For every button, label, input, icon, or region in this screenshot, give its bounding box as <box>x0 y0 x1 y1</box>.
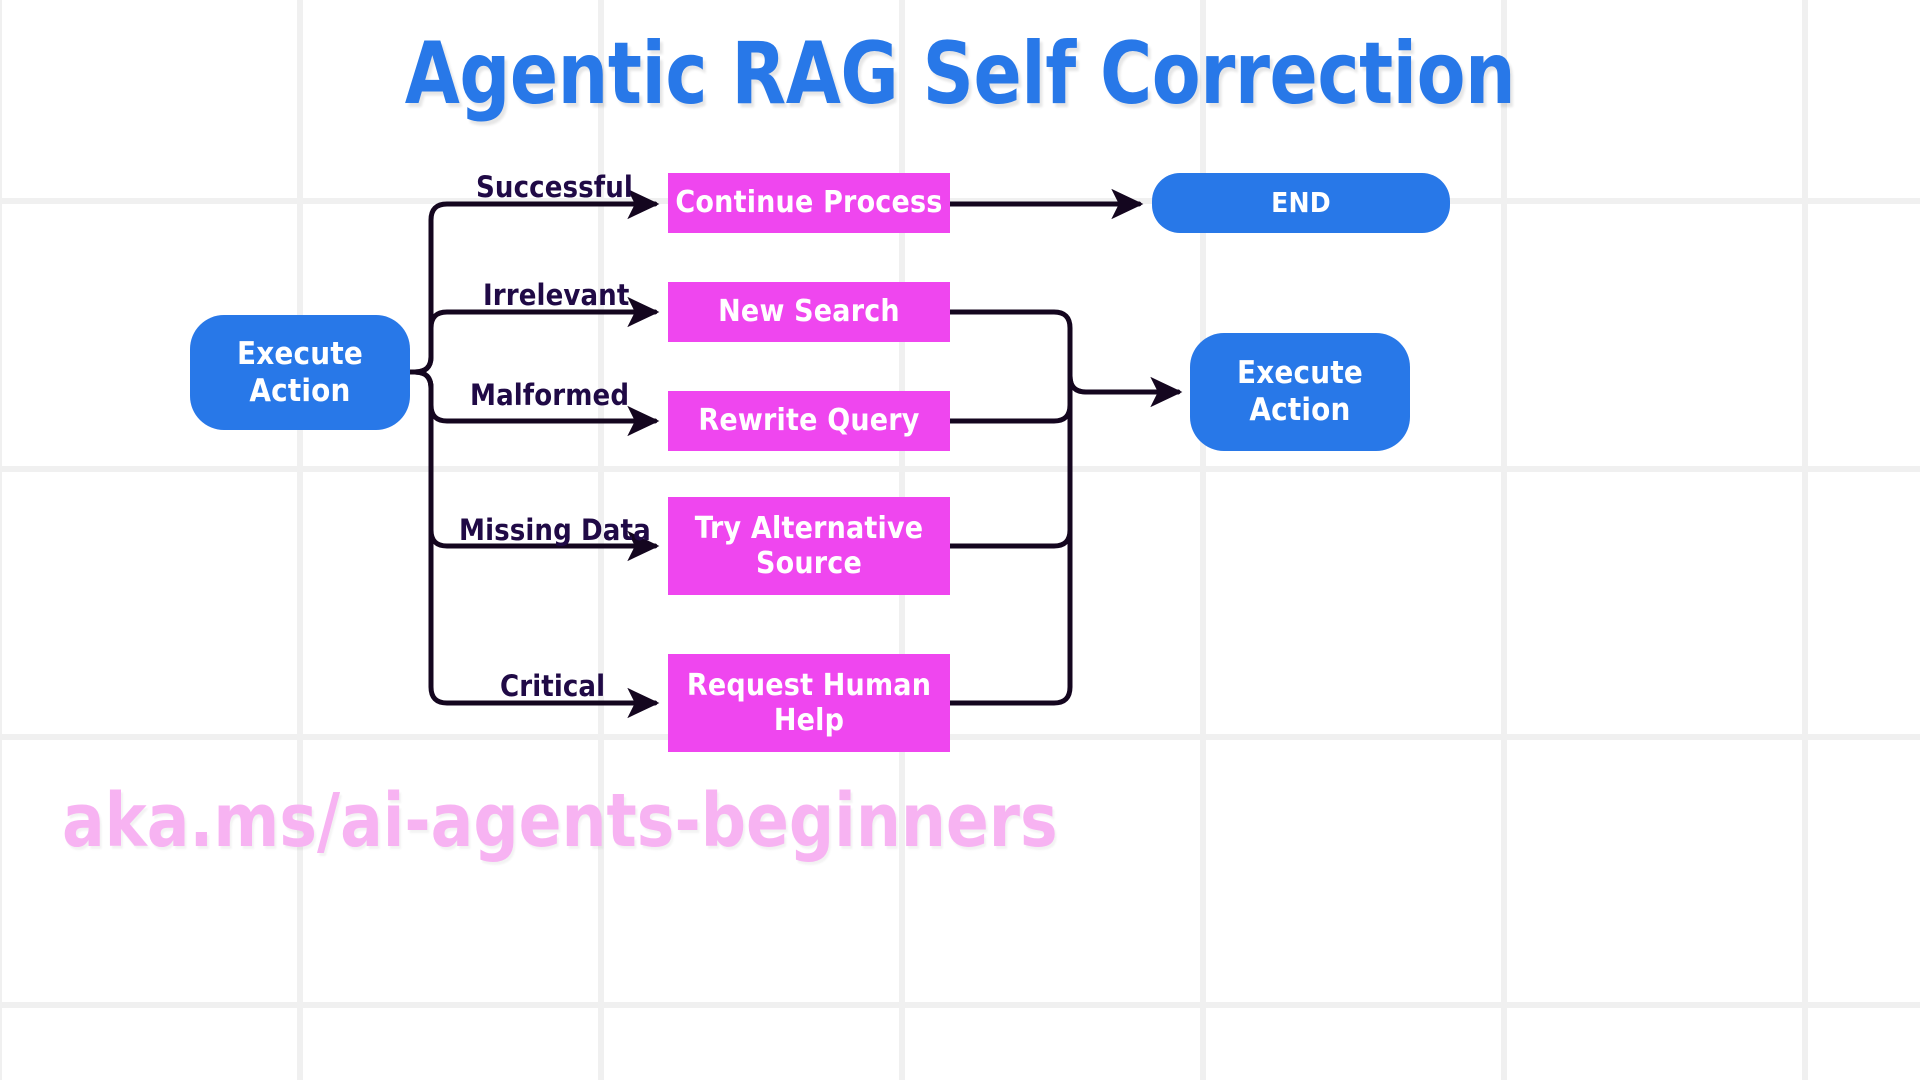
diagram-canvas: Agentic RAG Self Correction Successful I… <box>0 0 1920 1080</box>
edge-rewrite-query-return <box>947 373 1181 424</box>
page-title: Agentic RAG Self Correction <box>404 24 1516 124</box>
edge-label-malformed: Malformed <box>470 378 630 412</box>
edge-label-critical: Critical <box>500 669 606 703</box>
edge-request-human-return <box>947 389 1073 706</box>
node-try-alternative-source-label: Try Alternative Source <box>694 510 924 581</box>
node-end[interactable]: END <box>1152 173 1450 233</box>
node-new-search-label: New Search <box>718 294 900 330</box>
node-continue-process[interactable]: Continue Process <box>668 173 950 233</box>
flow-edges <box>407 188 1183 719</box>
edge-new-search-return <box>947 309 1183 408</box>
node-rewrite-query[interactable]: Rewrite Query <box>668 391 950 451</box>
node-execute-action-return[interactable]: Execute Action <box>1190 333 1410 451</box>
node-end-label: END <box>1271 186 1331 220</box>
watermark-link: aka.ms/ai-agents-beginners <box>62 778 1058 864</box>
edge-label-irrelevant: Irrelevant <box>483 278 630 312</box>
node-new-search[interactable]: New Search <box>668 282 950 342</box>
background-grid <box>0 0 1920 1080</box>
node-request-human-help[interactable]: Request Human Help <box>668 654 950 752</box>
node-execute-action-return-label: Execute Action <box>1236 355 1363 428</box>
node-request-human-help-label: Request Human Help <box>686 667 932 738</box>
edge-label-successful: Successful <box>476 170 633 204</box>
node-execute-action-start[interactable]: Execute Action <box>190 315 410 430</box>
node-try-alternative-source[interactable]: Try Alternative Source <box>668 497 950 595</box>
edge-irrelevant <box>407 296 660 375</box>
edge-label-missing-data: Missing Data <box>459 513 651 547</box>
node-execute-action-start-label: Execute Action <box>236 335 363 409</box>
node-continue-process-label: Continue Process <box>675 185 943 221</box>
edge-try-alternative-return <box>947 389 1073 549</box>
node-rewrite-query-label: Rewrite Query <box>698 403 920 439</box>
